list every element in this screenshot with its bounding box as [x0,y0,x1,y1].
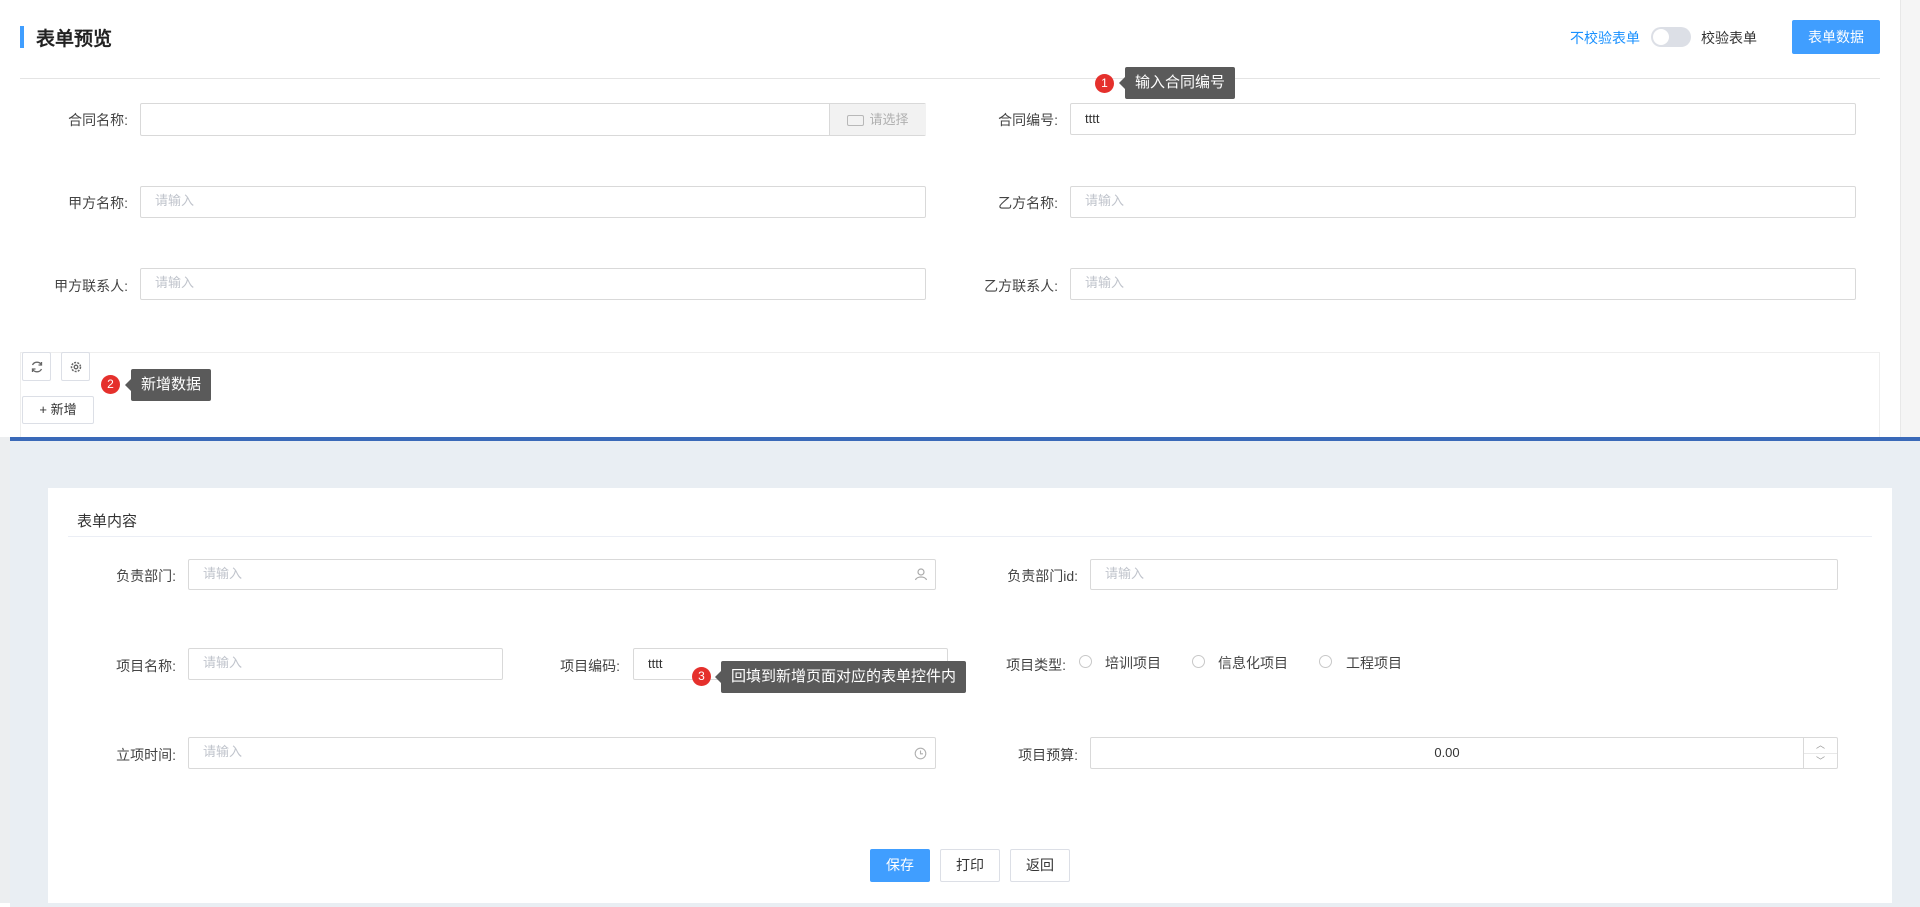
refresh-button[interactable] [22,352,51,381]
contract-no-input[interactable]: tttt [1070,103,1856,135]
budget-input[interactable]: 0.00 ︿ ﹀ [1090,737,1838,769]
stepper-up[interactable]: ︿ [1804,738,1837,754]
party-a-contact-input[interactable]: 请输入 [140,268,926,300]
gear-icon [70,361,81,373]
settings-button[interactable] [61,352,90,381]
refresh-icon [31,361,42,373]
annotation-tooltip-2: 新增数据 [124,369,212,401]
validate-label[interactable]: 校验表单 [1701,28,1757,48]
annotation-tooltip-3: 回填到新增页面对应的表单控件内 [714,661,967,693]
page-scrollbar[interactable] [1900,0,1920,437]
dept-label: 负责部门: [116,568,176,584]
user-icon [914,568,928,581]
dept-id-input[interactable]: 请输入 [1090,559,1838,590]
dept-id-label: 负责部门id: [1007,568,1078,584]
radio-informatization-label[interactable]: 信息化项目 [1218,653,1288,673]
party-a-contact-label: 甲方联系人: [54,278,128,294]
title-accent-bar [20,26,24,48]
section-divider [68,536,1872,537]
budget-stepper[interactable]: ︿ ﹀ [1803,738,1837,768]
dept-input[interactable]: 请输入 [188,559,936,590]
project-code-label: 项目编码: [560,658,620,674]
radio-informatization[interactable] [1192,655,1205,668]
party-b-contact-label: 乙方联系人: [984,278,1058,294]
select-button-label: 请选择 [869,112,909,127]
contract-name-label: 合同名称: [68,112,128,128]
annotation-tooltip-1: 输入合同编号 [1118,67,1236,99]
chat-icon [847,115,865,127]
save-button[interactable]: 保存 [870,849,930,882]
toggle-knob [1653,29,1669,45]
modal-left-shade [0,437,10,903]
annotation-badge-1: 1 [1095,74,1114,93]
budget-value: 0.00 [1434,745,1460,760]
contract-name-input[interactable] [140,103,926,136]
project-name-label: 项目名称: [116,658,176,674]
form-data-button[interactable]: 表单数据 [1792,20,1880,54]
start-time-input[interactable]: 请输入 [188,737,936,769]
stepper-down[interactable]: ﹀ [1804,754,1837,768]
section-title: 表单内容 [77,513,138,530]
party-b-name-input[interactable]: 请输入 [1070,186,1856,218]
annotation-badge-3: 3 [692,667,711,686]
header-divider [20,78,1880,79]
page-title: 表单预览 [36,29,113,50]
add-button[interactable]: + 新增 [22,396,94,424]
budget-label: 项目预算: [1018,747,1078,763]
project-name-input[interactable]: 请输入 [188,648,503,680]
start-time-label: 立项时间: [116,747,176,763]
party-a-name-label: 甲方名称: [68,195,128,211]
radio-engineering[interactable] [1319,655,1332,668]
party-b-name-label: 乙方名称: [998,195,1058,211]
party-a-name-input[interactable]: 请输入 [140,186,926,218]
contract-no-label: 合同编号: [998,112,1058,128]
modal-card [48,488,1892,903]
back-button[interactable]: 返回 [1010,849,1070,882]
validate-toggle[interactable] [1651,27,1691,47]
radio-training[interactable] [1079,655,1092,668]
clock-icon [914,747,927,760]
party-b-contact-input[interactable]: 请输入 [1070,268,1856,300]
radio-engineering-label[interactable]: 工程项目 [1346,653,1402,673]
contract-select-button[interactable]: 请选择 [829,104,926,135]
radio-training-label[interactable]: 培训项目 [1105,653,1161,673]
annotation-badge-2: 2 [101,375,120,394]
no-validate-label[interactable]: 不校验表单 [1570,28,1640,48]
print-button[interactable]: 打印 [940,849,1000,882]
project-type-label: 项目类型: [1006,657,1066,673]
